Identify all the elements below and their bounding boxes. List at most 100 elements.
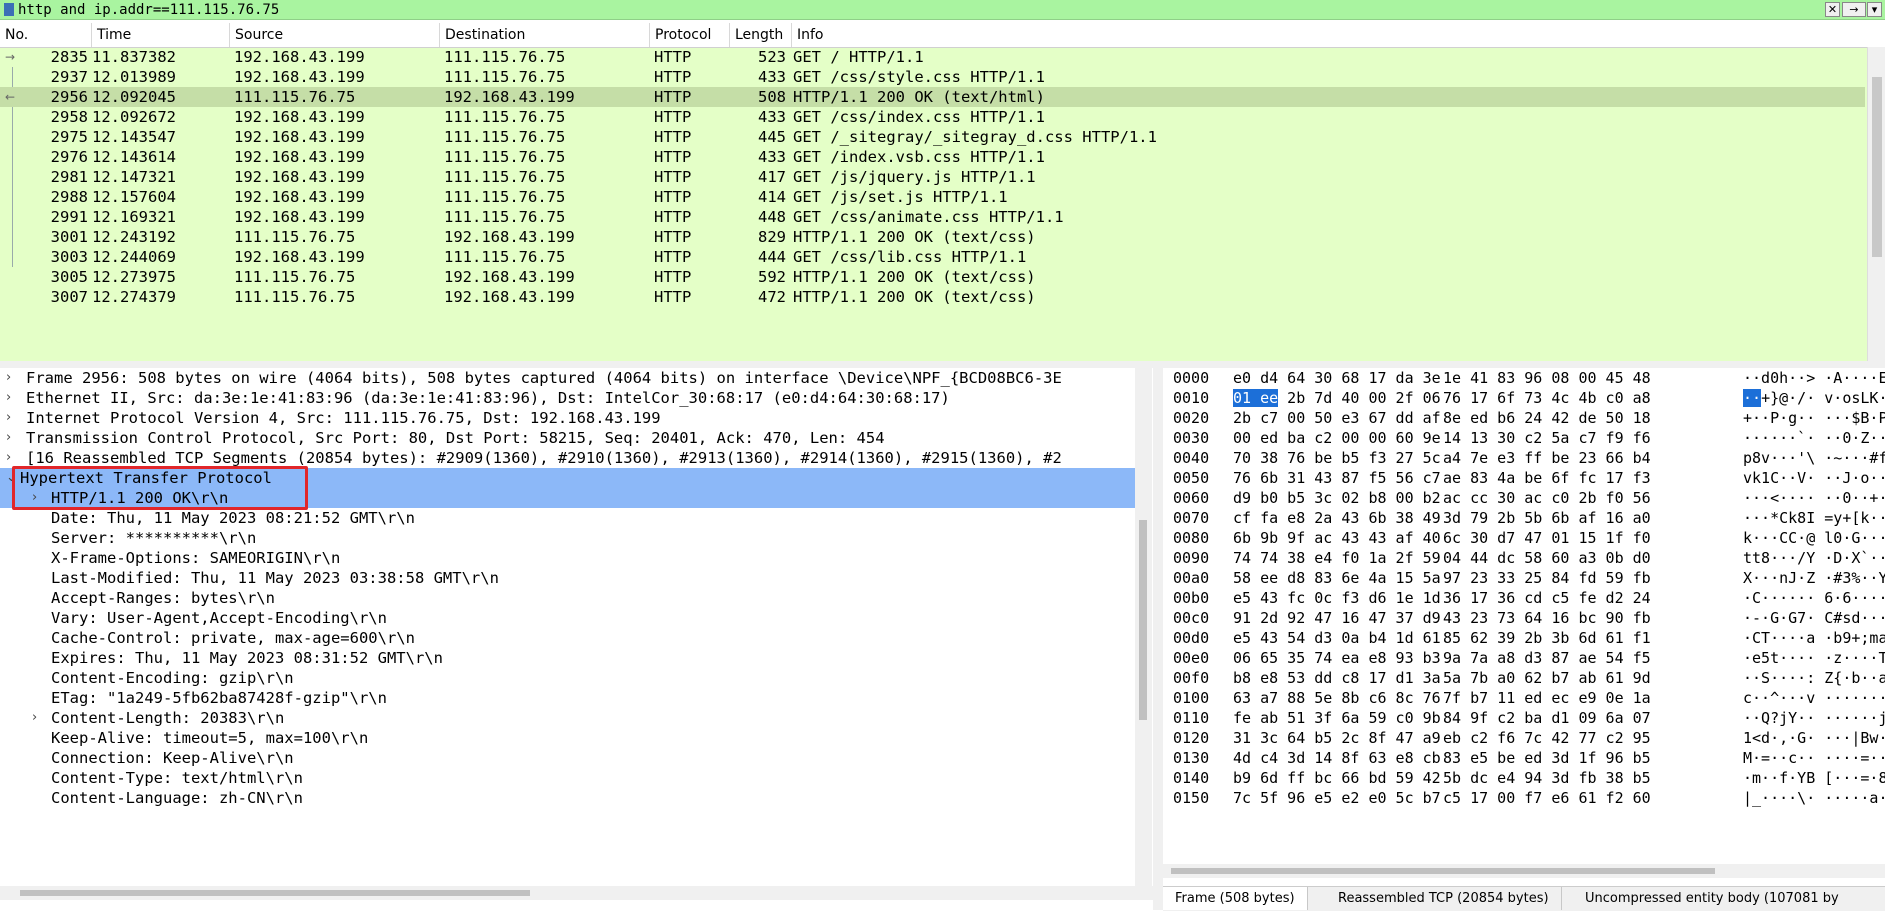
hex-row[interactable]: 00c0 91 2d 92 47 16 47 37 d9 43 23 73 64 1… — [1163, 608, 1885, 628]
hex-row[interactable]: 0130 4d c4 3d 14 8f 63 e8 cb 83 e5 be ed 3… — [1163, 748, 1885, 768]
hex-row[interactable]: 0030 00 ed ba c2 00 00 60 9e 14 13 30 c2 5… — [1163, 428, 1885, 448]
hex-row[interactable]: 0140 b9 6d ff bc 66 bd 59 42 5b dc e4 94 3… — [1163, 768, 1885, 788]
packet-cell-proto: HTTP — [654, 208, 692, 226]
hex-row[interactable]: 0070 cf fa e8 2a 43 6b 38 49 3d 79 2b 5b 6… — [1163, 508, 1885, 528]
hex-ascii-selected: ·· — [1743, 389, 1762, 407]
scrollbar-thumb[interactable] — [1139, 520, 1147, 720]
bytes-horizontal-scrollbar[interactable] — [1163, 864, 1885, 878]
scrollbar-thumb[interactable] — [1872, 77, 1882, 257]
packet-row[interactable]: 3001 12.243192 111.115.76.75 192.168.43.199… — [0, 227, 1865, 247]
related-packet-line-icon — [12, 167, 13, 187]
hex-bytes-first-half: 00 ed ba c2 00 00 60 9e — [1233, 429, 1441, 447]
packet-row[interactable]: 2991 12.169321 192.168.43.199 111.115.76.75… — [0, 207, 1865, 227]
detail-tree-row[interactable]: Expires: Thu, 11 May 2023 08:31:52 GMT\r… — [0, 648, 1135, 668]
detail-tree-row[interactable]: ETag: "1a249-5fb62ba87428f-gzip"\r\n — [0, 688, 1135, 708]
related-packet-line-icon — [12, 207, 13, 227]
hex-row[interactable]: 0060 d9 b0 b5 3c 02 b8 00 b2 ac cc 30 ac c… — [1163, 488, 1885, 508]
packet-row[interactable]: 2958 12.092672 192.168.43.199 111.115.76.75… — [0, 107, 1865, 127]
tab-uncompressed-entity-body[interactable]: Uncompressed entity body (107081 by — [1573, 887, 1851, 910]
packet-cell-dst: 111.115.76.75 — [444, 68, 566, 86]
hex-offset: 0110 — [1173, 709, 1210, 727]
hex-row[interactable]: 0100 63 a7 88 5e 8b c6 8c 76 7f b7 11 ed e… — [1163, 688, 1885, 708]
detail-tree-row[interactable]: › Internet Protocol Version 4, Src: 111.1… — [0, 408, 1135, 428]
expand-chevron-icon[interactable]: › — [32, 708, 44, 728]
packet-row[interactable]: 3007 12.274379 111.115.76.75 192.168.43.199… — [0, 287, 1865, 307]
packet-cell-time: 12.273975 — [92, 268, 176, 286]
hex-row[interactable]: 0020 2b c7 00 50 e3 67 dd af 8e ed b6 24 4… — [1163, 408, 1885, 428]
detail-tree-row[interactable]: Server: **********\r\n — [0, 528, 1135, 548]
hex-row[interactable]: 0120 31 3c 64 b5 2c 8f 47 a9 eb c2 f6 7c 4… — [1163, 728, 1885, 748]
column-header-destination[interactable]: Destination — [440, 23, 650, 47]
detail-tree-row[interactable]: X-Frame-Options: SAMEORIGIN\r\n — [0, 548, 1135, 568]
hex-row[interactable]: 0080 6b 9b 9f ac 43 43 af 40 6c 30 d7 47 0… — [1163, 528, 1885, 548]
detail-tree-row[interactable]: Cache-Control: private, max-age=600\r\n — [0, 628, 1135, 648]
scrollbar-thumb[interactable] — [20, 890, 530, 896]
expand-chevron-icon[interactable]: › — [6, 448, 18, 468]
detail-tree-row[interactable]: › Ethernet II, Src: da:3e:1e:41:83:96 (da… — [0, 388, 1135, 408]
column-header-protocol[interactable]: Protocol — [650, 23, 730, 47]
detail-tree-row[interactable]: Last-Modified: Thu, 11 May 2023 03:38:58… — [0, 568, 1135, 588]
hex-ascii: ·e5t···· ·z····T· — [1743, 649, 1885, 667]
expand-chevron-icon[interactable]: › — [6, 368, 18, 388]
packet-row[interactable]: 2835 11.837382 192.168.43.199 111.115.76.75… — [0, 47, 1865, 67]
expand-chevron-icon[interactable]: › — [6, 428, 18, 448]
detail-tree-row[interactable]: Content-Language: zh-CN\r\n — [0, 788, 1135, 808]
filter-history-dropdown-icon[interactable]: ▾ — [1867, 2, 1882, 17]
scrollbar-thumb[interactable] — [1171, 868, 1715, 874]
hex-bytes-second-half: ac cc 30 ac c0 2b f0 56 — [1443, 489, 1651, 507]
details-vertical-scrollbar[interactable] — [1135, 368, 1152, 886]
packet-row[interactable]: 2976 12.143614 192.168.43.199 111.115.76.75… — [0, 147, 1865, 167]
detail-tree-label: Ethernet II, Src: da:3e:1e:41:83:96 (da:… — [26, 389, 950, 407]
hex-row[interactable]: 0110 fe ab 51 3f 6a 59 c0 9b 84 9f c2 ba d… — [1163, 708, 1885, 728]
detail-tree-row[interactable]: › [16 Reassembled TCP Segments (20854 byt… — [0, 448, 1135, 468]
column-header-info[interactable]: Info — [792, 23, 1885, 47]
hex-row[interactable]: 00d0 e5 43 54 d3 0a b4 1d 61 85 62 39 2b 3… — [1163, 628, 1885, 648]
detail-tree-row[interactable]: Accept-Ranges: bytes\r\n — [0, 588, 1135, 608]
packet-cell-len: 433 — [758, 68, 786, 86]
display-filter-input[interactable] — [18, 0, 1808, 19]
vertical-pane-splitter[interactable] — [1153, 368, 1163, 910]
clear-filter-icon[interactable]: ✕ — [1825, 2, 1840, 17]
detail-tree-row[interactable]: Date: Thu, 11 May 2023 08:21:52 GMT\r\n — [0, 508, 1135, 528]
expand-chevron-icon[interactable]: › — [6, 388, 18, 408]
hex-row[interactable]: 0150 7c 5f 96 e5 e2 e0 5c b7 c5 17 00 f7 e… — [1163, 788, 1885, 808]
bookmark-icon[interactable] — [4, 3, 14, 16]
packet-row[interactable]: 3005 12.273975 111.115.76.75 192.168.43.199… — [0, 267, 1865, 287]
detail-tree-row[interactable]: › Frame 2956: 508 bytes on wire (4064 bit… — [0, 368, 1135, 388]
packet-cell-len: 592 — [758, 268, 786, 286]
hex-row[interactable]: 00e0 06 65 35 74 ea e8 93 b3 9a 7a a8 d3 8… — [1163, 648, 1885, 668]
detail-tree-row[interactable]: Content-Type: text/html\r\n — [0, 768, 1135, 788]
packet-list-scrollbar[interactable] — [1867, 47, 1885, 361]
hex-row[interactable]: 0010 01 ee 2b 7d 40 00 2f 06 76 17 6f 73 4… — [1163, 388, 1885, 408]
details-horizontal-scrollbar[interactable] — [0, 886, 1153, 900]
hex-row[interactable]: 0050 76 6b 31 43 87 f5 56 c7 ae 83 4a be 6… — [1163, 468, 1885, 488]
hex-row[interactable]: 0040 70 38 76 be b5 f3 27 5c a4 7e e3 ff b… — [1163, 448, 1885, 468]
hex-row[interactable]: 0090 74 74 38 e4 f0 1a 2f 59 04 44 dc 58 6… — [1163, 548, 1885, 568]
tab-frame-bytes[interactable]: Frame (508 bytes) — [1163, 887, 1308, 910]
hex-row[interactable]: 00f0 b8 e8 53 dd c8 17 d1 3a 5a 7b a0 62 b… — [1163, 668, 1885, 688]
detail-tree-row[interactable]: Connection: Keep-Alive\r\n — [0, 748, 1135, 768]
expand-chevron-icon[interactable]: › — [6, 408, 18, 428]
packet-row[interactable]: 3003 12.244069 192.168.43.199 111.115.76.75… — [0, 247, 1865, 267]
detail-tree-row[interactable]: Keep-Alive: timeout=5, max=100\r\n — [0, 728, 1135, 748]
column-header-length[interactable]: Length — [730, 23, 792, 47]
packet-row[interactable]: 2988 12.157604 192.168.43.199 111.115.76.75… — [0, 187, 1865, 207]
detail-tree-row[interactable]: Content-Encoding: gzip\r\n — [0, 668, 1135, 688]
apply-filter-icon[interactable]: → — [1842, 2, 1866, 17]
detail-tree-row[interactable]: › Content-Length: 20383\r\n — [0, 708, 1135, 728]
column-header-no[interactable]: No. — [0, 23, 92, 47]
detail-tree-row[interactable]: › Transmission Control Protocol, Src Port… — [0, 428, 1135, 448]
packet-row[interactable]: 2981 12.147321 192.168.43.199 111.115.76.75… — [0, 167, 1865, 187]
packet-row[interactable]: 2975 12.143547 192.168.43.199 111.115.76.75… — [0, 127, 1865, 147]
packet-row[interactable]: 2937 12.013989 192.168.43.199 111.115.76.75… — [0, 67, 1865, 87]
hex-row[interactable]: 0000 e0 d4 64 30 68 17 da 3e 1e 41 83 96 0… — [1163, 368, 1885, 388]
detail-tree-row[interactable]: Vary: User-Agent,Accept-Encoding\r\n — [0, 608, 1135, 628]
hex-row[interactable]: 00a0 58 ee d8 83 6e 4a 15 5a 97 23 33 25 8… — [1163, 568, 1885, 588]
hex-row[interactable]: 00b0 e5 43 fc 0c f3 d6 1e 1d 36 17 36 cd c… — [1163, 588, 1885, 608]
column-header-source[interactable]: Source — [230, 23, 440, 47]
tab-reassembled-tcp[interactable]: Reassembled TCP (20854 bytes) — [1326, 887, 1562, 910]
pane-splitter[interactable] — [0, 361, 1885, 368]
hex-bytes-selected: 01 ee — [1233, 389, 1279, 407]
column-header-time[interactable]: Time — [92, 23, 230, 47]
packet-row[interactable]: 2956 12.092045 111.115.76.75 192.168.43.199… — [0, 87, 1865, 107]
